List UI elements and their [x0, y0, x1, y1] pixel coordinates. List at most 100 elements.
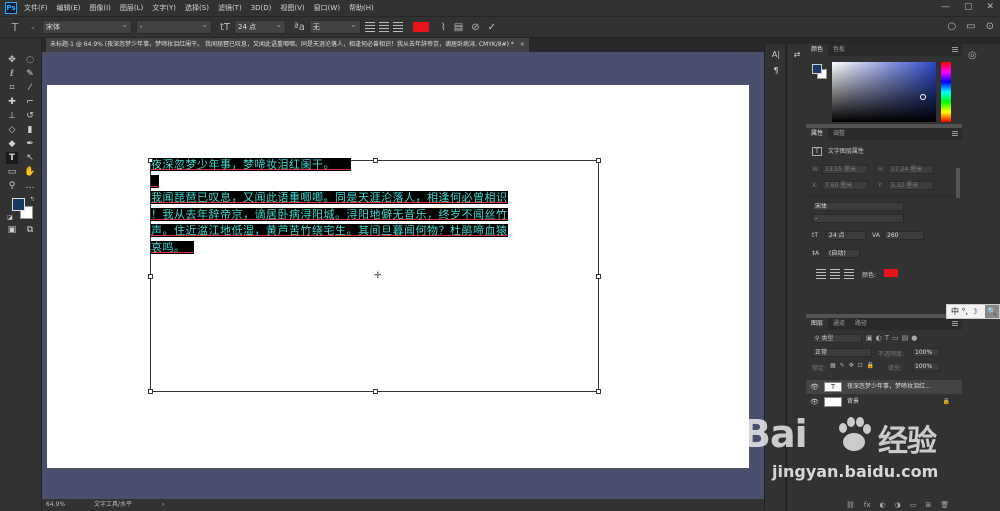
tab-paths[interactable]: 路径	[850, 318, 872, 330]
panel-menu-icon[interactable]	[952, 131, 958, 136]
panel-menu-icon[interactable]	[952, 321, 958, 326]
align-left-icon[interactable]	[364, 22, 375, 32]
menu-file[interactable]: 文件(F)	[24, 3, 48, 13]
font-style-select[interactable]: -	[136, 19, 212, 34]
lasso-tool-icon[interactable]: ℓ	[6, 68, 18, 80]
default-colors-icon[interactable]: ◪	[4, 212, 16, 224]
swap-colors-icon[interactable]: ↰	[26, 194, 38, 206]
transform-handle[interactable]	[148, 389, 153, 394]
menu-help[interactable]: 帮助(H)	[349, 3, 374, 13]
cancel-icon[interactable]: ⊘	[471, 22, 479, 33]
history-brush-tool-icon[interactable]: ↺	[24, 110, 36, 122]
font-family-select[interactable]: 宋体	[42, 19, 132, 34]
leading-field[interactable]: (自动)	[826, 249, 860, 258]
visibility-eye-icon[interactable]: 👁	[810, 380, 819, 394]
props-align-left-icon[interactable]	[816, 269, 826, 279]
tab-layers[interactable]: 图层	[806, 318, 829, 330]
restore-button[interactable]: ▢	[964, 2, 973, 12]
blur-tool-icon[interactable]: ◆	[6, 138, 18, 150]
x-field[interactable]: 7.69 厘米	[822, 181, 868, 190]
fill-field[interactable]: 100%	[912, 362, 940, 371]
hand-tool-icon[interactable]: ✋	[24, 166, 36, 178]
layer-filter-select[interactable]: ⚲ 类型	[812, 334, 862, 343]
opacity-field[interactable]: 100%	[912, 348, 940, 357]
tab-channels[interactable]: 通道	[828, 318, 850, 330]
healing-brush-tool-icon[interactable]: ✚	[6, 96, 18, 108]
height-field[interactable]: 17.24 厘米	[888, 165, 934, 174]
delete-layer-icon[interactable]: 🗑	[940, 501, 949, 509]
properties-scrollbar[interactable]	[956, 168, 960, 198]
menu-window[interactable]: 窗口(W)	[314, 3, 340, 13]
eraser-tool-icon[interactable]: ◇	[6, 124, 18, 136]
properties-panel-icon[interactable]: ⇄	[792, 50, 802, 60]
align-center-icon[interactable]	[378, 22, 389, 32]
menu-select[interactable]: 选择(S)	[185, 3, 209, 13]
more-tools-icon[interactable]: …	[24, 180, 36, 192]
layer-row[interactable]: 👁 背景 🔒	[806, 395, 962, 409]
properties-text-color-swatch[interactable]	[884, 269, 898, 277]
commit-icon[interactable]: ✓	[488, 22, 496, 33]
color-picker-field[interactable]	[832, 62, 936, 122]
quick-select-tool-icon[interactable]: ✎	[24, 68, 36, 80]
transform-handle[interactable]	[148, 274, 153, 279]
layer-mask-icon[interactable]: ◐	[880, 501, 886, 509]
layer-style-icon[interactable]: fx	[864, 501, 871, 509]
type-tool-preset-icon[interactable]: T	[0, 21, 30, 34]
menu-edit[interactable]: 编辑(E)	[57, 3, 81, 13]
ime-search-icon[interactable]: 🔍	[985, 305, 999, 318]
clone-stamp-tool-icon[interactable]: ⊥	[6, 110, 18, 122]
width-field[interactable]: 33.55 厘米	[822, 165, 868, 174]
menu-type[interactable]: 文字(Y)	[152, 3, 176, 13]
zoom-tool-icon[interactable]: ⚲	[6, 180, 18, 192]
new-layer-icon[interactable]: ⊞	[925, 501, 931, 509]
foreground-color-swatch[interactable]	[12, 198, 25, 211]
lock-icons[interactable]: ▦✎✥⊡🔒	[830, 362, 878, 369]
align-right-icon[interactable]	[392, 22, 403, 32]
shape-tool-icon[interactable]: ▭	[6, 166, 18, 178]
transform-handle[interactable]	[596, 274, 601, 279]
properties-font-family-select[interactable]: 宋体	[812, 202, 904, 211]
libraries-icon[interactable]: ◎	[968, 50, 977, 61]
text-layer-content[interactable]: 夜深忽梦少年事，梦啼妆泪红阑干。 我闻琵琶已叹息，又闻此语重唧唧。同是天涯沦落人…	[151, 157, 595, 256]
close-tab-icon[interactable]: ✕	[520, 41, 525, 48]
menu-3d[interactable]: 3D(D)	[251, 4, 272, 12]
share-icon[interactable]: ⊙	[986, 21, 994, 32]
transform-handle[interactable]	[373, 158, 378, 163]
layer-name[interactable]: 夜深忽梦少年事，梦啼妆泪红...	[847, 380, 931, 394]
search-icon[interactable]: ○	[947, 21, 956, 32]
crop-tool-icon[interactable]: ⌗	[6, 82, 18, 94]
blend-mode-select[interactable]: 正常	[812, 348, 872, 357]
panel-menu-icon[interactable]	[952, 47, 958, 52]
tool-preset-chevron-icon[interactable]: ⌄	[30, 23, 42, 31]
transform-handle[interactable]	[148, 158, 153, 163]
menu-image[interactable]: 图像(I)	[89, 3, 111, 13]
zoom-level[interactable]: 64.9%	[46, 499, 65, 511]
color-panel-foreground-swatch[interactable]	[812, 64, 822, 74]
y-field[interactable]: 5.32 厘米	[888, 181, 934, 190]
gradient-tool-icon[interactable]: ▮	[24, 124, 36, 136]
minimize-button[interactable]: —	[941, 2, 950, 12]
layer-name[interactable]: 背景	[847, 395, 859, 409]
marquee-tool-icon[interactable]: ◌	[24, 54, 36, 66]
props-align-right-icon[interactable]	[844, 269, 854, 279]
path-select-tool-icon[interactable]: ↖	[24, 152, 36, 164]
pen-tool-icon[interactable]: ✒	[24, 138, 36, 150]
brush-tool-icon[interactable]: ⌐	[24, 96, 36, 108]
canvas-area[interactable]: 夜深忽梦少年事，梦啼妆泪红阑干。 我闻琵琶已叹息，又闻此语重唧唧。同是天涯沦落人…	[42, 52, 764, 499]
close-button[interactable]: ✕	[986, 2, 994, 12]
adjustment-layer-icon[interactable]: ◑	[895, 501, 901, 509]
hue-slider[interactable]	[941, 62, 951, 122]
type-tool-icon[interactable]: T	[6, 152, 18, 164]
menu-layer[interactable]: 图层(L)	[120, 3, 143, 13]
tab-properties[interactable]: 属性	[806, 128, 829, 140]
tab-swatches[interactable]: 色板	[828, 44, 850, 56]
properties-font-size-select[interactable]: 24 点	[826, 231, 866, 240]
font-size-select[interactable]: 24 点	[234, 19, 287, 34]
menu-filter[interactable]: 滤镜(T)	[218, 3, 242, 13]
tab-color[interactable]: 颜色	[806, 44, 829, 56]
workspace-icon[interactable]: ▭	[966, 21, 975, 32]
tracking-field[interactable]: 260	[884, 231, 924, 240]
text-color-swatch[interactable]	[412, 22, 429, 32]
visibility-eye-icon[interactable]: 👁	[810, 395, 819, 409]
quick-mask-icon[interactable]: ▣	[6, 224, 18, 236]
